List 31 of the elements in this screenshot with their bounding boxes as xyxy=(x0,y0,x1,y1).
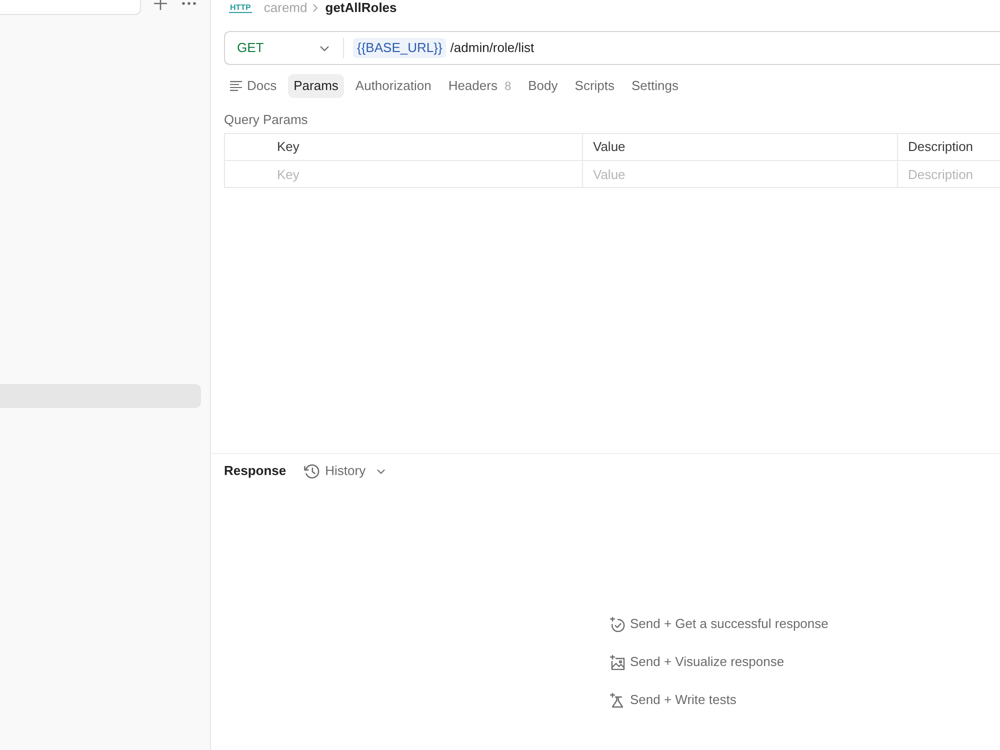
docs-icon xyxy=(230,81,242,91)
tab[interactable]: Headers 8 xyxy=(442,74,518,98)
check-circle-icon xyxy=(610,616,625,632)
suggestion-link[interactable]: Send + Get a successful response xyxy=(610,612,828,636)
image-icon xyxy=(610,654,625,670)
history-dropdown[interactable]: History xyxy=(304,461,385,481)
chevron-down-icon xyxy=(320,46,329,50)
tab[interactable]: Authorization xyxy=(349,74,438,98)
tab[interactable]: Params xyxy=(288,74,344,98)
param-input[interactable]: Value xyxy=(583,161,898,188)
request-name: getAllRoles xyxy=(325,0,397,15)
plus-icon[interactable] xyxy=(154,0,167,10)
tab[interactable]: Scripts xyxy=(568,74,621,98)
suggestion-link[interactable]: Send + Visualize response xyxy=(610,650,784,674)
method-dropdown[interactable]: GET xyxy=(225,32,343,64)
tab[interactable]: Body xyxy=(522,74,564,98)
suggestion-link[interactable]: Send + Write tests xyxy=(610,688,736,712)
response-title: Response xyxy=(224,462,286,480)
url-path[interactable]: /admin/role/list xyxy=(450,38,534,58)
http-badge: HTTP xyxy=(229,2,252,12)
section-title: Query Params xyxy=(224,112,309,128)
tab[interactable]: Docs xyxy=(224,74,283,98)
history-icon xyxy=(304,464,320,478)
more-icon[interactable] xyxy=(182,2,196,4)
chevron-down-icon xyxy=(376,468,385,474)
headers-count: 8 xyxy=(504,78,512,95)
chevron-right-icon xyxy=(313,4,318,12)
tab[interactable]: Settings xyxy=(626,74,684,98)
param-input[interactable]: Key xyxy=(225,161,583,188)
flask-icon xyxy=(610,692,625,708)
url-variable[interactable]: {{BASE_URL}} xyxy=(353,38,446,58)
